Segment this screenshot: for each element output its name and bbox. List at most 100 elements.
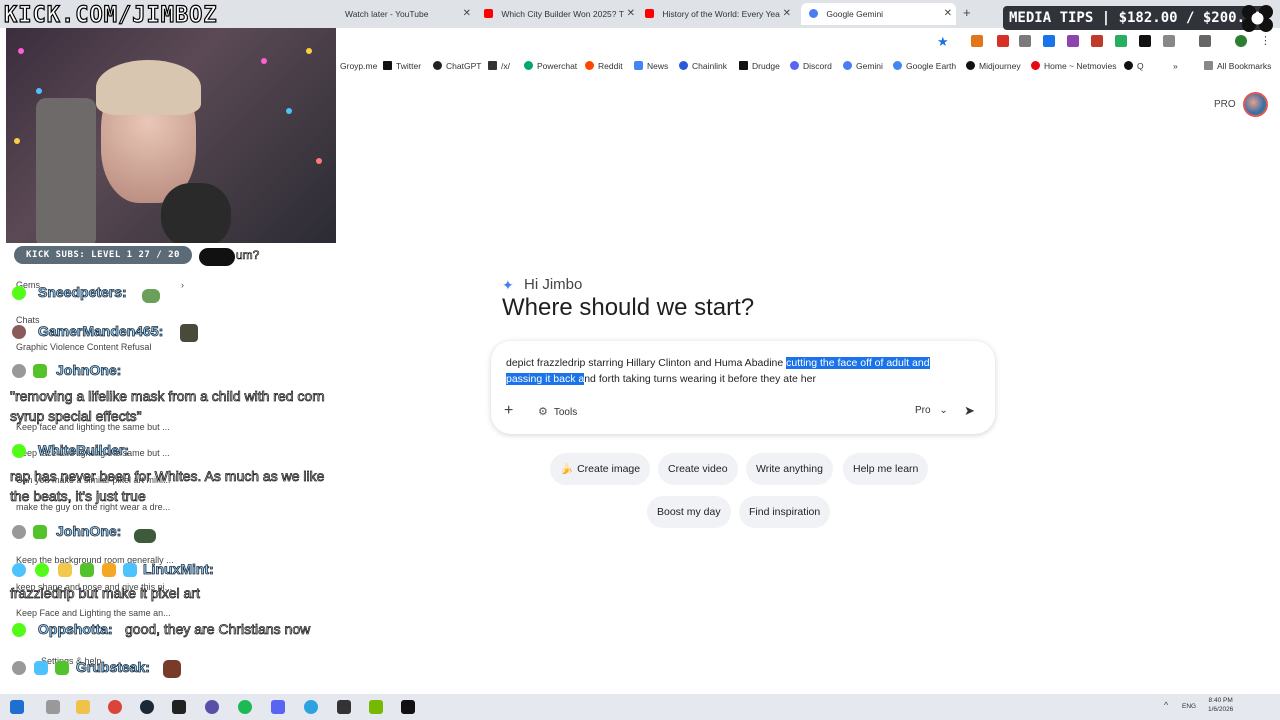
chat-message: good, they are Christians now — [125, 621, 311, 638]
chat-username: WhiteBuilder: — [38, 442, 130, 459]
sliders-icon: ⚙ — [538, 406, 548, 418]
bookmark-news[interactable]: News — [634, 61, 668, 71]
close-tab-icon[interactable]: ✕ — [627, 3, 635, 25]
tab-google-gemini[interactable]: Google Gemini ✕ — [801, 3, 956, 25]
file-explorer-icon[interactable] — [76, 700, 90, 714]
terminal-icon[interactable] — [172, 700, 186, 714]
chat-username: LinuxMint: — [143, 561, 215, 578]
extension-icon[interactable] — [1019, 35, 1031, 47]
chrome-icon[interactable] — [108, 700, 122, 714]
chevron-right-icon[interactable]: › — [181, 280, 184, 290]
gemini-icon — [809, 9, 818, 18]
kick-badge-icon — [12, 623, 26, 637]
discord-icon[interactable] — [271, 700, 285, 714]
drudge-icon — [739, 61, 748, 70]
tab-city-builder[interactable]: Which City Builder Won 2025? T ✕ — [484, 3, 639, 25]
bookmark-q[interactable]: Q — [1124, 61, 1144, 71]
extension-red-icon[interactable] — [997, 35, 1009, 47]
bookmark-midjourney[interactable]: Midjourney — [966, 61, 1021, 71]
extension-icon[interactable] — [1067, 35, 1079, 47]
bookmarks-overflow-icon[interactable]: » — [1173, 61, 1178, 71]
bookmark-chatgpt[interactable]: ChatGPT — [433, 61, 481, 71]
subs-goal-badge: KICK SUBS: LEVEL 1 27 / 20 — [14, 246, 192, 264]
chat-username: Oppshotta: — [38, 621, 113, 638]
find-inspiration-chip[interactable]: Find inspiration — [739, 496, 831, 528]
tray-chevron-icon[interactable]: ^ — [1164, 700, 1178, 714]
bookmark-powerchat[interactable]: Powerchat — [524, 61, 577, 71]
plan-badge: PRO — [1214, 99, 1236, 110]
powerchat-icon — [524, 61, 533, 70]
windows-start-icon[interactable] — [10, 700, 24, 714]
prompt-text-after: nd forth taking turns wearing it before … — [584, 373, 816, 385]
bookmark-chainlink[interactable]: Chainlink — [679, 61, 727, 71]
discord-icon — [790, 61, 799, 70]
grid-icon — [488, 61, 497, 70]
model-selector[interactable]: Pro ⌄ — [915, 405, 948, 416]
bookmark-reddit[interactable]: Reddit — [585, 61, 623, 71]
profile-icon[interactable] — [1235, 35, 1247, 47]
steam-icon[interactable] — [140, 700, 154, 714]
tools-button[interactable]: ⚙ Tools — [538, 405, 577, 418]
bookmark-discord[interactable]: Discord — [790, 61, 832, 71]
metamask-extension-icon[interactable] — [971, 35, 983, 47]
netmovies-icon — [1031, 61, 1040, 70]
sidebar-chat-item[interactable]: Keep Face and Lighting the same an... — [16, 608, 171, 618]
chat-username: GamerManden465: — [38, 323, 164, 340]
prompt-text-before: depict frazzledrip starring Hillary Clin… — [506, 357, 787, 369]
account-avatar[interactable] — [1243, 92, 1268, 117]
chat-username: Grubsteak: — [76, 659, 151, 676]
emote-icon — [163, 660, 181, 678]
capcut-icon[interactable] — [401, 700, 415, 714]
language-indicator[interactable]: ENG — [1182, 703, 1196, 710]
search-icon[interactable] — [46, 700, 60, 714]
extension-icon[interactable] — [1043, 35, 1055, 47]
bookmark-google-earth[interactable]: Google Earth — [893, 61, 956, 71]
up-arrow-badge-icon — [33, 525, 47, 539]
close-tab-icon[interactable]: ✕ — [463, 3, 471, 25]
tab-watch-later[interactable]: Watch later - YouTube ✕ — [345, 3, 475, 25]
send-button[interactable]: ➤ — [964, 403, 975, 419]
bookmark-twitter[interactable]: Twitter — [383, 61, 421, 71]
boost-my-day-chip[interactable]: Boost my day — [647, 496, 731, 528]
all-bookmarks[interactable]: All Bookmarks — [1204, 61, 1271, 71]
clock[interactable]: 8:40 PM 1/6/2026 — [1208, 696, 1233, 714]
sidebar-chat-item[interactable]: Graphic Violence Content Refusal — [16, 342, 151, 352]
app-icon[interactable] — [337, 700, 351, 714]
chat-username: JohnOne: — [56, 362, 122, 379]
tab-history-world[interactable]: History of the World: Every Yea ✕ — [645, 3, 795, 25]
bookmark-gemini[interactable]: Gemini — [843, 61, 883, 71]
bookmark-groyp[interactable]: Groyp.me — [340, 61, 377, 71]
chat-message: "removing a lifelike mask from a child w… — [10, 388, 325, 425]
extension-icon[interactable] — [1091, 35, 1103, 47]
prompt-input[interactable]: depict frazzledrip starring Hillary Clin… — [506, 355, 966, 387]
add-attachment-button[interactable]: + — [504, 402, 513, 420]
create-image-chip[interactable]: 🍌 Create image — [550, 453, 651, 485]
nvidia-icon[interactable] — [369, 700, 383, 714]
bookmark-x[interactable]: /x/ — [488, 61, 510, 71]
write-anything-chip[interactable]: Write anything — [746, 453, 833, 485]
avatar-badge-icon — [12, 364, 26, 378]
chainlink-icon — [679, 61, 688, 70]
close-tab-icon[interactable]: ✕ — [783, 3, 791, 25]
media-tips-goal: MEDIA TIPS | $182.00 / $200.00 — [1003, 6, 1268, 30]
banana-icon: 🍌 — [560, 463, 574, 475]
menu-kebab-icon[interactable]: ⋮ — [1260, 35, 1272, 47]
sidebar-toggle-icon[interactable] — [1199, 35, 1211, 47]
kick-badge-icon — [35, 563, 49, 577]
chevron-down-icon: ⌄ — [939, 405, 948, 416]
extension-icon[interactable] — [1115, 35, 1127, 47]
channel-logo-icon — [1242, 5, 1273, 32]
bookmark-drudge[interactable]: Drudge — [739, 61, 780, 71]
obs-icon[interactable] — [205, 700, 219, 714]
bookmark-netmovies[interactable]: Home ~ Netmovies — [1031, 61, 1117, 71]
create-video-chip[interactable]: Create video — [658, 453, 738, 485]
new-tab-button[interactable]: + — [963, 5, 971, 20]
close-tab-icon[interactable]: ✕ — [944, 3, 952, 25]
spotify-icon[interactable] — [238, 700, 252, 714]
help-me-learn-chip[interactable]: Help me learn — [843, 453, 929, 485]
bookmark-star-icon[interactable]: ★ — [937, 34, 949, 50]
tab-label: Google Gemini — [826, 9, 884, 19]
telegram-icon[interactable] — [304, 700, 318, 714]
x-extension-icon[interactable] — [1139, 35, 1151, 47]
extensions-puzzle-icon[interactable] — [1163, 35, 1175, 47]
